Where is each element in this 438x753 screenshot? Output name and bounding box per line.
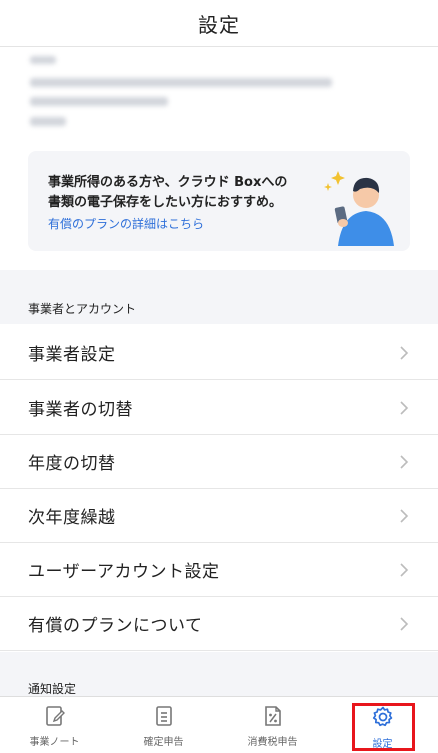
section-header-account-label: 事業者とアカウント — [28, 301, 137, 316]
person-with-phone-illustration — [324, 171, 394, 246]
menu-item-label: 次年度繰越 — [28, 508, 116, 528]
menu-item-paid-plan[interactable]: 有償のプランについて — [0, 597, 438, 651]
paid-plan-promo-card[interactable]: 事業所得のある方や、クラウド Boxへの 書類の電子保存をしたい方におすすめ。 … — [28, 151, 410, 251]
menu-item-carry-forward[interactable]: 次年度繰越 — [0, 489, 438, 543]
page-title: 設定 — [198, 12, 240, 37]
tab-settings[interactable]: 設定 — [328, 697, 437, 753]
document-icon — [155, 706, 172, 726]
menu-item-switch-business[interactable]: 事業者の切替 — [0, 381, 438, 435]
tab-business-note[interactable]: 事業ノート — [0, 697, 109, 753]
blurred-business-name — [30, 56, 56, 64]
menu-item-label: 事業者設定 — [28, 345, 116, 365]
tab-consumption-tax[interactable]: 消費税申告 — [218, 697, 327, 753]
plan-details-link[interactable]: 有償のプランの詳細はこちら — [48, 215, 204, 232]
tab-tax-return[interactable]: 確定申告 — [109, 697, 218, 753]
section-spacer — [0, 270, 438, 292]
menu-item-label: ユーザーアカウント設定 — [28, 562, 220, 582]
bottom-tab-bar: 事業ノート 確定申告 消費税申告 設定 — [0, 696, 438, 753]
promo-line-2: 書類の電子保存をしたい方におすすめ。 — [48, 195, 283, 210]
blurred-address — [30, 78, 332, 87]
tax-percent-icon — [264, 706, 281, 726]
tab-label: 事業ノート — [29, 737, 80, 748]
chevron-right-icon — [400, 563, 409, 577]
section-header-notifications-label: 通知設定 — [28, 682, 77, 696]
tab-label: 確定申告 — [143, 737, 184, 748]
section-header-notifications: 通知設定 — [0, 676, 438, 696]
blurred-phone — [30, 97, 168, 106]
menu-item-switch-year[interactable]: 年度の切替 — [0, 435, 438, 489]
menu-item-business-settings[interactable]: 事業者設定 — [0, 326, 438, 380]
chevron-right-icon — [400, 401, 409, 415]
chevron-right-icon — [400, 509, 409, 523]
chevron-right-icon — [400, 455, 409, 469]
app-header: 設定 — [0, 0, 438, 47]
section-header-account: 事業者とアカウント — [0, 292, 438, 324]
menu-item-label: 有償のプランについて — [28, 616, 203, 636]
tab-label: 設定 — [372, 739, 393, 750]
menu-item-label: 事業者の切替 — [28, 400, 133, 420]
promo-line-1: 事業所得のある方や、クラウド Boxへの — [48, 175, 288, 190]
chevron-right-icon — [400, 617, 409, 631]
menu-item-label: 年度の切替 — [28, 454, 116, 474]
menu-item-user-account[interactable]: ユーザーアカウント設定 — [0, 543, 438, 597]
chevron-right-icon — [400, 346, 409, 360]
blurred-detail — [30, 117, 66, 126]
note-edit-icon — [45, 706, 65, 726]
tab-label: 消費税申告 — [247, 737, 298, 748]
promo-text: 事業所得のある方や、クラウド Boxへの 書類の電子保存をしたい方におすすめ。 — [48, 173, 328, 213]
gear-icon — [372, 706, 392, 727]
